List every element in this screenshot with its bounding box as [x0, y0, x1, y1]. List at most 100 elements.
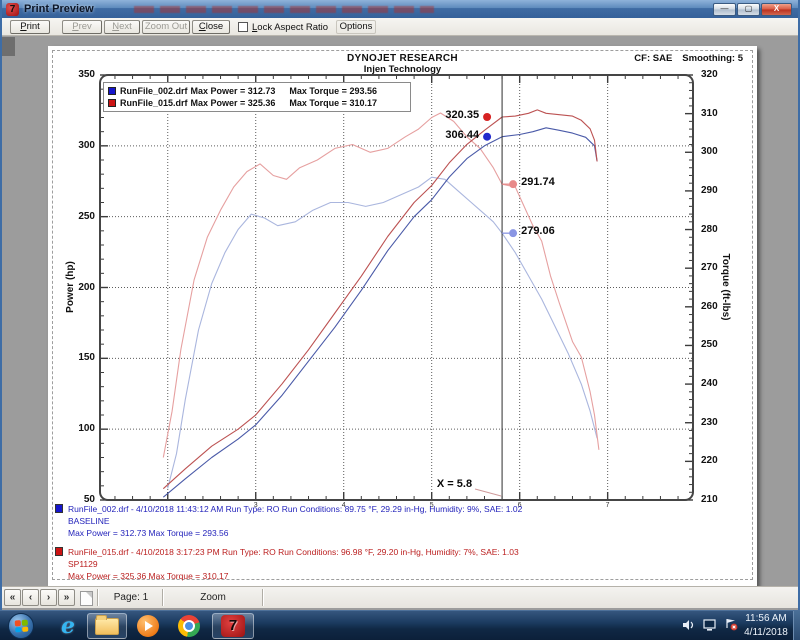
close-button[interactable]: Close — [192, 20, 230, 34]
torque-tick-label: 240 — [701, 378, 735, 389]
cursor-value-label: 306.44 — [405, 129, 479, 141]
start-button[interactable] — [8, 613, 34, 639]
page-indicator: Page: 1 — [102, 592, 160, 603]
taskbar-item-media-player[interactable] — [131, 613, 165, 639]
taskbar-item-chrome[interactable] — [172, 613, 206, 639]
torque-tick-label: 280 — [701, 224, 735, 235]
statusbar-separator — [162, 589, 163, 606]
torque-tick-label: 260 — [701, 301, 735, 312]
chart-canvas — [100, 75, 693, 500]
legend-file: RunFile_002.drf — [120, 86, 188, 96]
cursor-value-label: 291.74 — [521, 176, 555, 188]
power-tick-label: 100 — [61, 423, 95, 434]
legend-max-power: Max Power = 312.73 — [191, 86, 276, 96]
lock-aspect-ratio-checkbox[interactable] — [238, 22, 248, 32]
run-swatch-blue — [55, 504, 63, 513]
folder-icon — [95, 618, 119, 635]
close-window-button[interactable]: X — [761, 3, 792, 16]
power-tick-label: 150 — [61, 352, 95, 363]
show-desktop-button[interactable] — [793, 611, 800, 640]
taskbar-item-internet-explorer[interactable]: e — [52, 613, 84, 639]
prev-page-button[interactable]: ‹ — [22, 589, 39, 606]
torque-tick-label: 220 — [701, 455, 735, 466]
document-path-text — [134, 6, 434, 13]
display-icon[interactable] — [703, 619, 717, 631]
run-name-line: BASELINE — [68, 515, 745, 527]
cursor-value-dot — [509, 180, 517, 188]
run-info-line: RunFile_002.drf - 4/10/2018 11:43:12 AM … — [68, 503, 745, 515]
minimize-button[interactable]: — — [713, 3, 736, 16]
correction-smoothing-label: CF: SAE Smoothing: 5 — [624, 53, 743, 64]
preview-area[interactable]: DYNOJET RESEARCH Injen Technology CF: SA… — [2, 36, 798, 586]
volume-icon[interactable] — [683, 619, 696, 631]
winpep-icon: 7 — [221, 615, 245, 637]
titlebar[interactable]: 7 Print Preview — ▢ X — [2, 0, 798, 18]
cursor-value-dot — [509, 229, 517, 237]
run-name-line: SP1129 — [68, 558, 745, 570]
torque-tick-label: 310 — [701, 108, 735, 119]
legend-row: RunFile_002.drf Max Power = 312.73 Max T… — [108, 85, 406, 97]
last-page-button[interactable]: » — [58, 589, 75, 606]
torque-tick-label: 250 — [701, 339, 735, 350]
prev-button[interactable]: Prev — [62, 20, 102, 34]
run-max-line: Max Power = 325.36 Max Torque = 310.17 — [68, 570, 745, 582]
correction-label: CF: SAE — [634, 53, 672, 64]
next-button[interactable]: Next — [104, 20, 140, 34]
run-info-line: RunFile_015.drf - 4/10/2018 3:17:23 PM R… — [68, 546, 745, 558]
report-subtitle: Injen Technology — [48, 64, 757, 75]
zoom-indicator: Zoom — [167, 592, 259, 603]
zoom-out-button[interactable]: Zoom Out — [142, 20, 190, 34]
statusbar: « ‹ › » Page: 1 Zoom — [2, 586, 798, 608]
desktop: 7 Print Preview — ▢ X Print Prev Next Zo… — [0, 0, 800, 640]
page-setup-icon[interactable] — [80, 591, 93, 606]
legend-swatch-blue — [108, 87, 116, 95]
window-title: Print Preview — [24, 3, 94, 15]
power-tick-label: 200 — [61, 282, 95, 293]
preview-corner — [2, 37, 15, 56]
smoothing-label: Smoothing: 5 — [682, 53, 743, 64]
torque-tick-label: 320 — [701, 69, 735, 80]
chrome-icon — [178, 615, 200, 637]
legend-swatch-red — [108, 99, 116, 107]
options-button[interactable]: Options — [336, 20, 376, 34]
power-tick-label: 350 — [61, 69, 95, 80]
legend-row: RunFile_015.drf Max Power = 325.36 Max T… — [108, 97, 406, 109]
internet-explorer-icon: e — [61, 615, 75, 637]
dyno-chart[interactable]: RunFile_002.drf Max Power = 312.73 Max T… — [100, 75, 693, 500]
legend-max-torque: Max Torque = 293.56 — [289, 86, 377, 96]
statusbar-separator — [97, 589, 98, 606]
first-page-button[interactable]: « — [4, 589, 21, 606]
cursor-value-dot — [483, 133, 491, 141]
cursor-value-label: 320.35 — [405, 109, 479, 121]
torque-tick-label: 270 — [701, 262, 735, 273]
next-page-button[interactable]: › — [40, 589, 57, 606]
cursor-value-dot — [483, 113, 491, 121]
taskbar-clock[interactable]: 11:56 AM 4/11/2018 — [740, 612, 792, 640]
clock-date: 4/11/2018 — [740, 626, 792, 640]
clock-time: 11:56 AM — [740, 612, 792, 626]
power-tick-label: 300 — [61, 140, 95, 151]
taskbar-item-windows-explorer[interactable] — [87, 613, 127, 639]
taskbar-item-winpep[interactable]: 7 — [212, 613, 254, 639]
action-center-icon[interactable] — [724, 618, 738, 631]
torque-tick-label: 290 — [701, 185, 735, 196]
series-runfile-015-drf-power — [163, 110, 597, 489]
statusbar-separator — [262, 589, 263, 606]
toolbar: Print Prev Next Zoom Out Close Lock Aspe… — [2, 18, 798, 36]
cursor-value-label: 279.06 — [521, 225, 555, 237]
run-block-sp1129: RunFile_015.drf - 4/10/2018 3:17:23 PM R… — [55, 546, 745, 582]
power-tick-label: 250 — [61, 211, 95, 222]
torque-axis-title: Torque (ft-lbs) — [717, 227, 731, 347]
run-block-baseline: RunFile_002.drf - 4/10/2018 11:43:12 AM … — [55, 503, 745, 539]
report-page: DYNOJET RESEARCH Injen Technology CF: SA… — [48, 46, 757, 586]
lock-aspect-ratio-label: Lock Aspect Ratio — [252, 22, 328, 33]
run-annotations: RunFile_002.drf - 4/10/2018 11:43:12 AM … — [55, 503, 745, 589]
torque-tick-label: 300 — [701, 146, 735, 157]
print-button[interactable]: Print — [10, 20, 50, 34]
run-swatch-red — [55, 547, 63, 556]
run-max-line: Max Power = 312.73 Max Torque = 293.56 — [68, 527, 745, 539]
maximize-button[interactable]: ▢ — [737, 3, 760, 16]
legend-max-torque: Max Torque = 310.17 — [289, 98, 377, 108]
legend-file: RunFile_015.drf — [120, 98, 188, 108]
app-icon: 7 — [6, 3, 19, 16]
